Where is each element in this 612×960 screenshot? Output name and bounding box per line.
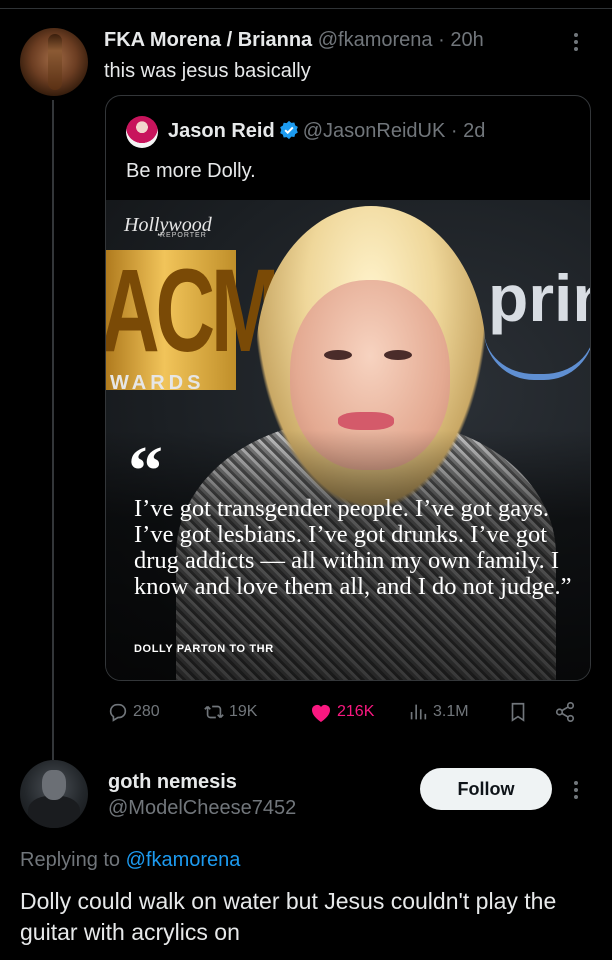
tweet-time[interactable]: · 20h bbox=[438, 29, 484, 51]
author-handle[interactable]: @fkamorena bbox=[318, 29, 433, 51]
views-icon bbox=[410, 704, 427, 720]
tweet-text: this was jesus basically bbox=[104, 60, 311, 82]
share-icon bbox=[555, 702, 575, 722]
verified-badge-icon bbox=[279, 120, 298, 140]
quoted-text: Be more Dolly. bbox=[126, 160, 256, 182]
photo-lips bbox=[338, 412, 394, 430]
reply-text: Dolly could walk on water but Jesus coul… bbox=[20, 888, 557, 945]
heart-icon bbox=[312, 705, 330, 722]
photo-eye-right bbox=[384, 350, 412, 360]
reply-icon bbox=[109, 703, 127, 722]
photo-quote-credit: DOLLY PARTON TO THR bbox=[134, 643, 274, 655]
share-button[interactable] bbox=[553, 696, 581, 728]
bookmark-button[interactable] bbox=[507, 696, 533, 728]
acm-logo-text: ACM bbox=[106, 245, 280, 377]
reply-more-options-icon[interactable] bbox=[566, 778, 586, 802]
prime-logo-text: prin bbox=[488, 261, 590, 335]
quote-mark: “ bbox=[128, 433, 163, 510]
quoted-time[interactable]: · 2d bbox=[451, 120, 485, 142]
quoted-tweet[interactable]: Jason Reid @JasonReidUK · 2d Be more Doll… bbox=[105, 95, 591, 681]
author-name[interactable]: FKA Morena / Brianna bbox=[104, 29, 312, 51]
replying-to-link[interactable]: @fkamorena bbox=[126, 849, 241, 871]
thr-logo-sub: REPORTER bbox=[160, 232, 207, 239]
replying-prefix: Replying to bbox=[20, 849, 121, 871]
photo-eye-left bbox=[324, 350, 352, 360]
quoted-avatar[interactable] bbox=[126, 116, 158, 148]
repost-button[interactable]: 19K bbox=[203, 696, 257, 728]
bookmark-icon bbox=[511, 702, 525, 722]
views-button[interactable]: 3.1M bbox=[407, 696, 469, 728]
prime-smile-logo bbox=[484, 330, 590, 380]
reply-button[interactable]: 280 bbox=[107, 696, 160, 728]
photo-quote: I’ve got transgender people. I’ve got ga… bbox=[134, 495, 572, 600]
thread-line bbox=[52, 100, 54, 760]
author-avatar[interactable] bbox=[20, 28, 88, 96]
reply-count: 280 bbox=[133, 703, 160, 720]
quoted-header: Jason Reid @JasonReidUK · 2d bbox=[168, 118, 485, 144]
top-divider bbox=[0, 8, 612, 9]
quoted-author-name[interactable]: Jason Reid bbox=[168, 120, 275, 142]
tweet-header: FKA Morena / Brianna @fkamorena · 20h bbox=[104, 28, 484, 52]
action-bar: 280 19K 216K 3.1M bbox=[105, 696, 589, 728]
reply-author-name[interactable]: goth nemesis bbox=[108, 770, 237, 794]
repost-count: 19K bbox=[229, 703, 258, 720]
like-count: 216K bbox=[337, 703, 375, 720]
quoted-image[interactable]: ACM WARDS Hollywood REPORTER prin “ I’ve… bbox=[106, 200, 590, 680]
views-count: 3.1M bbox=[433, 703, 469, 720]
repost-icon bbox=[204, 705, 224, 719]
quoted-author-handle[interactable]: @JasonReidUK bbox=[303, 120, 446, 142]
reply-author-handle[interactable]: @ModelCheese7452 bbox=[108, 796, 296, 820]
follow-button[interactable]: Follow bbox=[420, 768, 552, 810]
acm-awards-text: WARDS bbox=[110, 372, 205, 394]
replying-to-line: Replying to @fkamorena bbox=[20, 848, 240, 872]
like-button[interactable]: 216K bbox=[309, 696, 374, 728]
reply-author-avatar[interactable] bbox=[20, 760, 88, 828]
more-options-icon[interactable] bbox=[566, 30, 586, 54]
